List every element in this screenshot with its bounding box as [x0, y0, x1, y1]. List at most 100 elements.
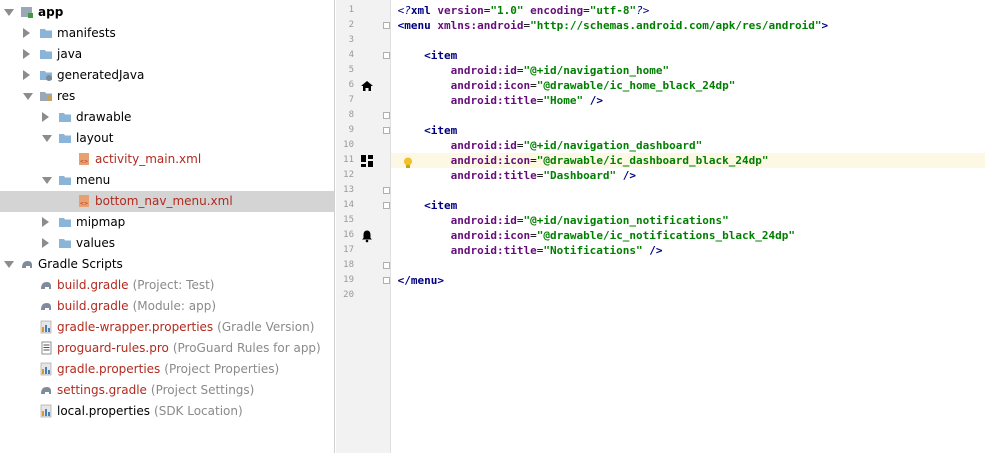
svg-text:<>: <>	[80, 159, 88, 165]
tree-item[interactable]: <> bottom_nav_menu.xml	[0, 191, 334, 212]
tree-item-label: mipmap	[76, 215, 125, 230]
code-line[interactable]: android:id="@+id/navigation_dashboard"	[391, 138, 985, 153]
tree-item[interactable]: values	[0, 233, 334, 254]
code-token: version	[437, 4, 484, 17]
code-token: android:id	[450, 139, 517, 152]
fold-marker-icon[interactable]	[383, 277, 390, 284]
tree-item[interactable]: build.gradle (Project: Test)	[0, 275, 334, 296]
code-line[interactable]	[391, 33, 985, 48]
dashboard-icon[interactable]	[360, 153, 374, 167]
folder-icon	[58, 173, 72, 187]
lightbulb-icon[interactable]	[403, 154, 413, 168]
tree-item[interactable]: drawable	[0, 107, 334, 128]
fold-marker-icon[interactable]	[383, 52, 390, 59]
collapsed-arrow-icon[interactable]	[23, 49, 30, 59]
tree-item[interactable]: layout	[0, 128, 334, 149]
code-token: xml	[410, 4, 438, 17]
tree-item[interactable]: gradle.properties (Project Properties)	[0, 359, 334, 380]
gradle-file-icon	[39, 278, 53, 292]
code-line[interactable]: android:title="Dashboard" />	[391, 168, 985, 183]
code-line[interactable]: <?xml version="1.0" encoding="utf-8"?>	[391, 3, 985, 18]
tree-item-name: gradle-wrapper.properties	[57, 320, 214, 334]
fold-marker-icon[interactable]	[383, 187, 390, 194]
code-line[interactable]: android:icon="@drawable/ic_home_black_24…	[391, 78, 985, 93]
code-line[interactable]: </menu>	[391, 273, 985, 288]
tree-item-name: bottom_nav_menu.xml	[95, 194, 233, 208]
tree-item-name: res	[57, 89, 76, 103]
tree-item[interactable]: res	[0, 86, 334, 107]
tree-item[interactable]: local.properties (SDK Location)	[0, 401, 334, 422]
tree-item[interactable]: generatedJava	[0, 65, 334, 86]
tree-item-name: menu	[76, 173, 111, 187]
tree-item[interactable]: settings.gradle (Project Settings)	[0, 380, 334, 401]
tree-item-name: activity_main.xml	[95, 152, 202, 166]
tree-item[interactable]: menu	[0, 170, 334, 191]
bell-icon[interactable]	[360, 228, 374, 243]
tree-item[interactable]: app	[0, 2, 334, 23]
tree-item[interactable]: <> activity_main.xml	[0, 149, 334, 170]
code-token: android:icon	[450, 229, 531, 242]
expanded-arrow-icon[interactable]	[4, 261, 14, 268]
home-icon[interactable]	[360, 78, 374, 92]
expanded-arrow-icon[interactable]	[23, 93, 33, 100]
collapsed-arrow-icon[interactable]	[42, 238, 49, 248]
tree-item[interactable]: build.gradle (Module: app)	[0, 296, 334, 317]
code-token: />	[583, 94, 603, 107]
collapsed-arrow-icon[interactable]	[42, 217, 49, 227]
tree-item[interactable]: gradle-wrapper.properties (Gradle Version…	[0, 317, 334, 338]
code-token: "Dashboard"	[543, 169, 617, 182]
code-line[interactable]	[391, 108, 985, 123]
res-folder-icon	[39, 89, 53, 103]
tree-item-name: build.gradle	[57, 278, 129, 292]
code-line[interactable]: android:title="Home" />	[391, 93, 985, 108]
code-line[interactable]	[391, 288, 985, 303]
fold-marker-icon[interactable]	[383, 112, 390, 119]
code-line[interactable]	[391, 183, 985, 198]
folder-icon	[39, 26, 53, 40]
code-line[interactable]: <item	[391, 48, 985, 63]
tree-item[interactable]: proguard-rules.pro (ProGuard Rules for ap…	[0, 338, 334, 359]
tree-item[interactable]: Gradle Scripts	[0, 254, 334, 275]
fold-marker-icon[interactable]	[383, 22, 390, 29]
collapsed-arrow-icon[interactable]	[23, 28, 30, 38]
code-line[interactable]: android:id="@+id/navigation_home"	[391, 63, 985, 78]
expanded-arrow-icon[interactable]	[4, 9, 14, 16]
code-token: "Home"	[543, 94, 584, 107]
fold-marker-icon[interactable]	[383, 262, 390, 269]
code-token: "utf-8"	[589, 4, 637, 17]
code-line[interactable]	[391, 258, 985, 273]
line-number: 18	[343, 260, 354, 270]
line-number: 4	[348, 50, 354, 60]
tree-item-label: activity_main.xml	[95, 152, 201, 167]
code-token: =	[530, 154, 537, 167]
code-token: />	[642, 244, 663, 257]
tree-item[interactable]: mipmap	[0, 212, 334, 233]
collapsed-arrow-icon[interactable]	[42, 112, 49, 122]
code-line[interactable]: <item	[391, 198, 985, 213]
tree-item[interactable]: java	[0, 44, 334, 65]
code-line[interactable]: android:icon="@drawable/ic_dashboard_bla…	[391, 153, 985, 168]
code-line[interactable]: android:title="Notifications" />	[391, 243, 985, 258]
fold-marker-icon[interactable]	[383, 127, 390, 134]
gradle-file-icon	[39, 383, 53, 397]
collapsed-arrow-icon[interactable]	[23, 70, 30, 80]
code-line[interactable]: android:icon="@drawable/ic_notifications…	[391, 228, 985, 243]
expanded-arrow-icon[interactable]	[42, 135, 52, 142]
tree-item[interactable]: manifests	[0, 23, 334, 44]
code-line[interactable]: <item	[391, 123, 985, 138]
code-editor[interactable]: <?xml version="1.0" encoding="utf-8"?> <…	[391, 0, 985, 453]
fold-marker-icon[interactable]	[383, 202, 390, 209]
code-line[interactable]: <menu xmlns:android="http://schemas.andr…	[391, 18, 985, 33]
tree-item-label: java	[57, 47, 82, 62]
expanded-arrow-icon[interactable]	[42, 177, 52, 184]
code-line[interactable]: android:id="@+id/navigation_notification…	[391, 213, 985, 228]
